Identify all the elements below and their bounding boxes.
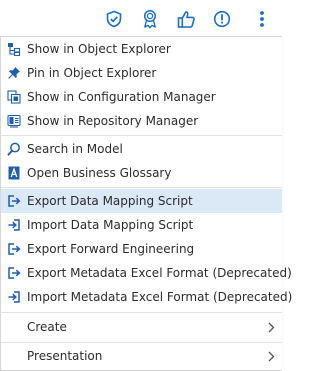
menu-item-label: Show in Object Explorer (27, 42, 171, 56)
context-menu: Show in Object Explorer Pin in Object Ex… (0, 36, 292, 371)
menu-separator (1, 187, 282, 188)
menu-separator (1, 312, 282, 313)
menu-item-create-submenu[interactable]: Create (1, 315, 282, 339)
menu-item-label: Export Data Mapping Script (27, 194, 193, 208)
menu-item-open-business-glossary[interactable]: Open Business Glossary (1, 161, 282, 185)
export-icon (6, 241, 22, 257)
menu-item-search-in-model[interactable]: Search in Model (1, 137, 282, 161)
menu-item-show-in-configuration-manager[interactable]: Show in Configuration Manager (1, 85, 282, 109)
menu-item-label: Show in Repository Manager (27, 114, 199, 128)
menu-item-import-metadata-excel-format[interactable]: Import Metadata Excel Format (Deprecated… (1, 285, 292, 309)
menu-item-label: Export Metadata Excel Format (Deprecated… (27, 266, 292, 280)
chevron-right-icon (266, 320, 276, 334)
exclamation-circle-icon[interactable] (211, 8, 233, 30)
menu-separator (1, 342, 282, 343)
menu-item-import-data-mapping-script[interactable]: Import Data Mapping Script (1, 213, 282, 237)
shield-check-icon[interactable] (103, 8, 125, 30)
pin-icon (6, 65, 22, 81)
object-explorer-icon (6, 41, 22, 57)
menu-item-export-metadata-excel-format[interactable]: Export Metadata Excel Format (Deprecated… (1, 261, 292, 285)
menu-item-label: Presentation (27, 349, 103, 363)
menu-item-export-data-mapping-script[interactable]: Export Data Mapping Script (1, 189, 282, 213)
import-icon (6, 289, 22, 305)
search-icon (6, 141, 22, 157)
import-icon (6, 217, 22, 233)
menu-item-pin-in-object-explorer[interactable]: Pin in Object Explorer (1, 61, 282, 85)
repository-manager-icon (6, 113, 22, 129)
menu-item-label: Show in Configuration Manager (27, 90, 216, 104)
export-icon (6, 193, 22, 209)
configuration-manager-icon (6, 89, 22, 105)
menu-item-label: Export Forward Engineering (27, 242, 195, 256)
menu-item-label: Pin in Object Explorer (27, 66, 157, 80)
menu-item-label: Search in Model (27, 142, 123, 156)
menu-item-show-in-repository-manager[interactable]: Show in Repository Manager (1, 109, 282, 133)
glossary-icon (6, 165, 22, 181)
menu-item-show-in-object-explorer[interactable]: Show in Object Explorer (1, 37, 282, 61)
menu-item-label: Import Metadata Excel Format (Deprecated… (27, 290, 293, 304)
menu-item-export-forward-engineering[interactable]: Export Forward Engineering (1, 237, 282, 261)
toolbar (0, 0, 282, 37)
menu-item-label: Import Data Mapping Script (27, 218, 194, 232)
menu-item-label: Create (27, 320, 67, 334)
export-icon (6, 265, 22, 281)
menu-item-label: Open Business Glossary (27, 166, 172, 180)
menu-item-presentation-submenu[interactable]: Presentation (1, 344, 282, 368)
vertical-dots-icon[interactable] (251, 8, 273, 30)
award-ribbon-icon[interactable] (139, 8, 161, 30)
thumbs-up-icon[interactable] (175, 8, 197, 30)
chevron-right-icon (266, 349, 276, 363)
menu-separator (1, 135, 282, 136)
